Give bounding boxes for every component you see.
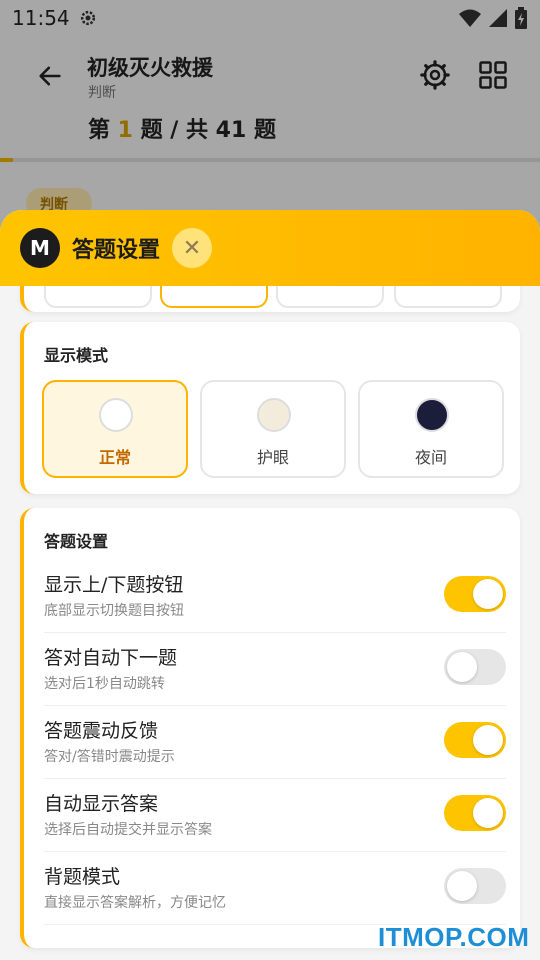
display-mode-title: 显示模式 (44, 346, 109, 365)
watermark: ITMOP.COM (378, 922, 530, 952)
setting-description: 答对/答错时震动提示 (44, 749, 175, 765)
answer-settings-sheet: M 答题设置 ✕ 显示模式 正常 护眼 夜间 答题设置 显示上/下题按钮 底部显… (0, 210, 540, 960)
mode-color-swatch (415, 398, 449, 432)
toggle-knob (447, 652, 477, 682)
answer-settings-title: 答题设置 (44, 532, 109, 551)
close-button[interactable]: ✕ (172, 228, 213, 268)
setting-row-memorize-mode: 背题模式 直接显示答案解析，方便记忆 (44, 852, 506, 925)
setting-title: 答对自动下一题 (44, 647, 178, 669)
mode-label: 护眼 (256, 448, 289, 467)
mode-label: 正常 (98, 448, 131, 467)
setting-title: 答题震动反馈 (44, 720, 159, 742)
answer-settings-card: 答题设置 显示上/下题按钮 底部显示切换题目按钮 答对自动下一题 选对后1秒自动… (20, 508, 520, 948)
toggle-switch[interactable] (444, 795, 506, 831)
setting-title: 显示上/下题按钮 (44, 574, 184, 596)
toggle-knob (473, 725, 503, 755)
display-mode-night[interactable]: 夜间 (358, 380, 504, 478)
sheet-title: 答题设置 (72, 238, 161, 263)
setting-row-vibration-feedback: 答题震动反馈 答对/答错时震动提示 (44, 706, 506, 779)
toggle-switch[interactable] (444, 722, 506, 758)
toggle-switch[interactable] (444, 576, 506, 612)
mode-label: 夜间 (414, 448, 447, 467)
close-icon: ✕ (182, 235, 202, 261)
setting-row-auto-next: 答对自动下一题 选对后1秒自动跳转 (44, 633, 506, 706)
setting-description: 直接显示答案解析，方便记忆 (44, 895, 226, 911)
display-mode-eye-care[interactable]: 护眼 (200, 380, 346, 478)
toggle-switch[interactable] (444, 868, 506, 904)
setting-title: 背题模式 (44, 866, 121, 888)
sheet-header: M 答题设置 ✕ (0, 210, 540, 286)
mode-color-swatch (257, 398, 291, 432)
toggle-switch[interactable] (444, 649, 506, 685)
display-mode-card: 显示模式 正常 护眼 夜间 (20, 322, 520, 494)
display-mode-normal[interactable]: 正常 (42, 380, 188, 478)
toggle-knob (473, 579, 503, 609)
app-avatar: M (20, 228, 60, 268)
setting-description: 底部显示切换题目按钮 (44, 603, 184, 619)
toggle-knob (447, 871, 477, 901)
setting-title: 自动显示答案 (44, 793, 159, 815)
setting-row-prev-next-buttons: 显示上/下题按钮 底部显示切换题目按钮 (44, 560, 506, 633)
toggle-knob (473, 798, 503, 828)
mode-color-swatch (99, 398, 133, 432)
setting-row-auto-show-answer: 自动显示答案 选择后自动提交并显示答案 (44, 779, 506, 852)
sheet-body: 显示模式 正常 护眼 夜间 答题设置 显示上/下题按钮 底部显示切换题目按钮 答… (0, 226, 540, 960)
setting-description: 选对后1秒自动跳转 (44, 676, 165, 692)
setting-description: 选择后自动提交并显示答案 (44, 822, 212, 838)
